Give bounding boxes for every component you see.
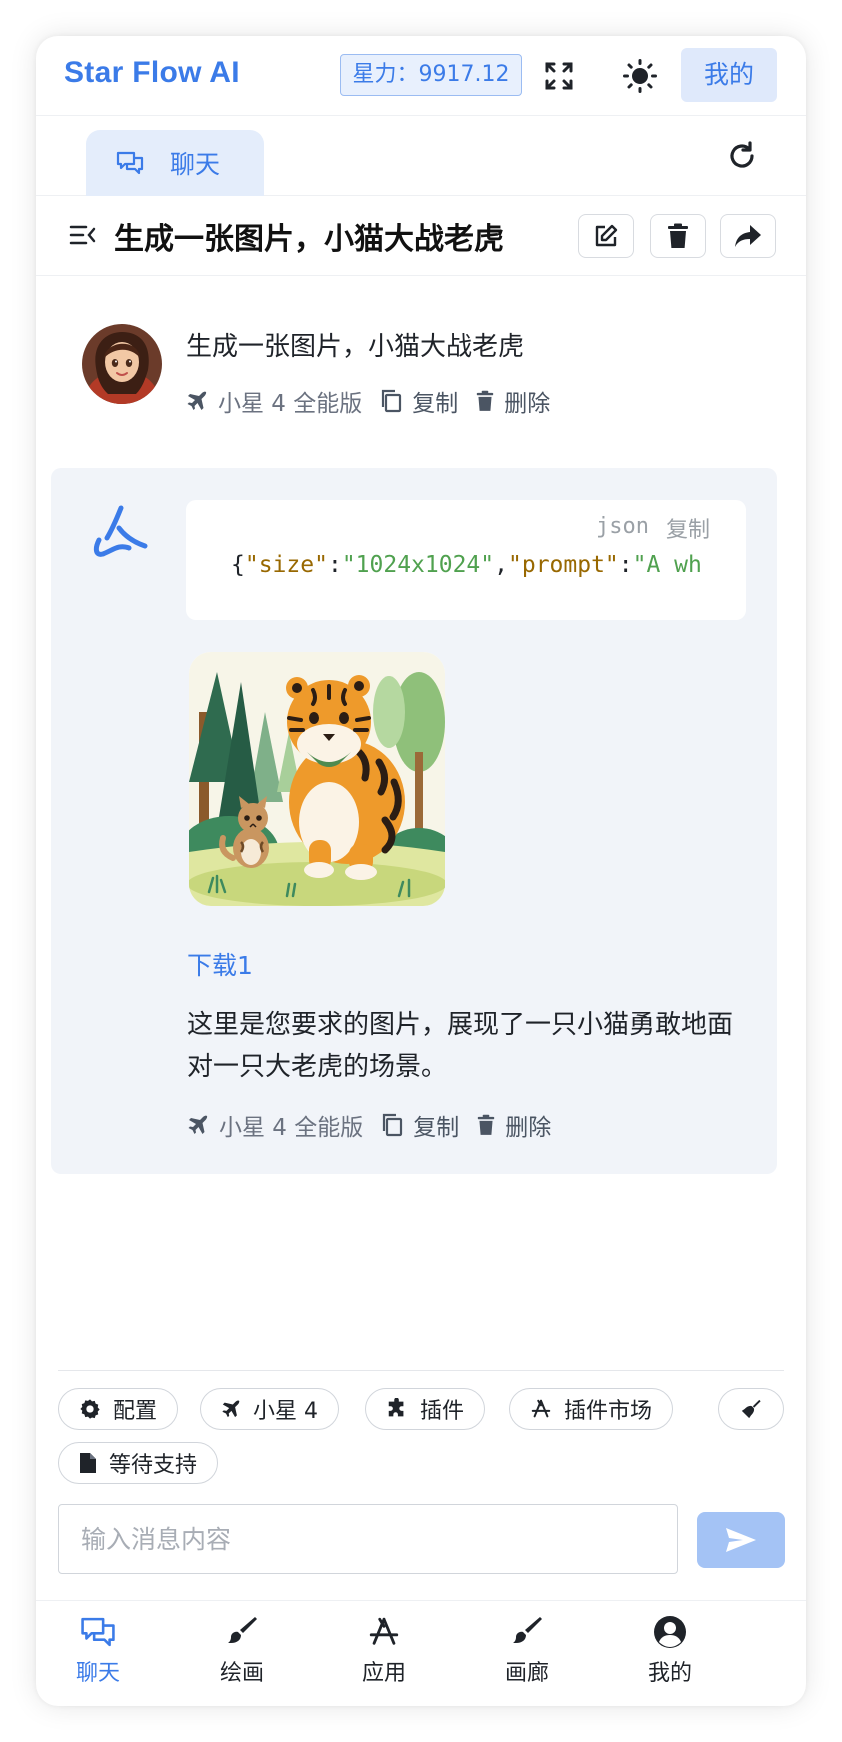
mine-button[interactable]: 我的	[681, 48, 777, 102]
trash-icon	[478, 1114, 495, 1135]
nav-mine[interactable]: 我的	[620, 1615, 720, 1687]
trash-icon	[668, 223, 688, 248]
pending-support-chip[interactable]: 等待支持	[58, 1442, 219, 1484]
broom-icon	[741, 1399, 761, 1419]
nav-draw-label: 绘画	[219, 1661, 264, 1686]
nav-draw[interactable]: 绘画	[192, 1615, 292, 1687]
delete-label: 删除	[504, 391, 551, 417]
assistant-message-actions: 小星 4 全能版 复制 删除	[187, 1108, 569, 1142]
code-language-label: json	[596, 514, 649, 539]
edit-title-button[interactable]	[578, 214, 634, 258]
model-name: 小星 4 全能版	[219, 1115, 364, 1141]
assistant-message: json 复制 {"size":"1024x1024","prompt":"A …	[51, 468, 777, 1174]
tab-chat-label: 聊天	[170, 150, 221, 179]
delete-label: 删除	[505, 1115, 552, 1141]
nav-gallery[interactable]: 画廊	[477, 1615, 577, 1687]
plugins-chip[interactable]: 插件	[365, 1388, 486, 1430]
top-header: Star Flow AI 星力：9917.12 我的	[36, 36, 806, 116]
document-icon	[80, 1453, 96, 1473]
config-chip[interactable]: 配置	[58, 1388, 179, 1430]
composer-divider	[58, 1370, 784, 1371]
app-window: Star Flow AI 星力：9917.12 我的 聊天 生成一张图片，小猫大…	[36, 36, 806, 1706]
plane-icon	[187, 391, 207, 410]
plane-icon	[222, 1400, 240, 1418]
app-store-icon	[369, 1617, 399, 1645]
assistant-message-text: 这里是您要求的图片，展现了一只小猫勇敢地面对一只大老虎的场景。	[187, 1010, 734, 1082]
trash-icon	[477, 390, 494, 411]
model-tag: 小星 4 全能版	[187, 1108, 363, 1142]
copy-button[interactable]: 复制	[381, 1108, 459, 1142]
plane-icon	[188, 1115, 208, 1134]
copy-icon	[383, 1113, 403, 1137]
code-block: json 复制 {"size":"1024x1024","prompt":"A …	[186, 500, 746, 620]
user-message: 生成一张图片，小猫大战老虎 小星 4 全能版 复制 删除	[36, 276, 806, 446]
star-power-badge: 星力：9917.12	[340, 54, 522, 96]
send-icon	[726, 1528, 756, 1552]
share-icon	[735, 225, 761, 247]
generated-image[interactable]	[189, 652, 445, 906]
code-content: {"size":"1024x1024","prompt":"A wh	[231, 552, 702, 578]
plugins-label: 插件	[420, 1399, 465, 1424]
model-name: 小星 4 全能版	[218, 391, 363, 417]
copy-icon	[382, 389, 402, 413]
model-select-chip[interactable]: 小星 4	[200, 1388, 339, 1430]
user-circle-icon	[654, 1616, 686, 1648]
conversation-header: 生成一张图片，小猫大战老虎	[36, 196, 806, 276]
nav-apps-label: 应用	[361, 1661, 406, 1686]
delete-button[interactable]: 删除	[476, 384, 550, 418]
refresh-icon[interactable]	[724, 138, 760, 174]
chat-bubbles-icon	[116, 151, 144, 175]
conversation-list-menu-icon[interactable]	[68, 220, 98, 250]
send-button[interactable]	[697, 1512, 785, 1568]
user-avatar	[82, 324, 162, 404]
conversation-title: 生成一张图片，小猫大战老虎	[114, 222, 504, 257]
app-store-icon	[531, 1399, 551, 1418]
clear-context-chip[interactable]	[718, 1388, 784, 1430]
copy-label: 复制	[413, 1115, 460, 1141]
edit-icon	[595, 224, 618, 247]
chat-bubbles-icon	[81, 1617, 115, 1647]
message-input[interactable]	[58, 1504, 678, 1574]
copy-label: 复制	[412, 391, 459, 417]
brand-logo[interactable]: Star Flow AI	[64, 56, 240, 90]
nav-chat-label: 聊天	[75, 1661, 120, 1686]
nav-gallery-label: 画廊	[504, 1661, 549, 1686]
plugin-market-label: 插件市场	[564, 1399, 653, 1424]
plugin-market-chip[interactable]: 插件市场	[509, 1388, 674, 1430]
pending-support-label: 等待支持	[109, 1453, 198, 1478]
bottom-navigation: 聊天 绘画 应用 画廊 我的	[36, 1600, 806, 1706]
nav-mine-label: 我的	[647, 1661, 692, 1686]
delete-conversation-button[interactable]	[650, 214, 706, 258]
model-tag: 小星 4 全能版	[186, 384, 362, 418]
tab-bar: 聊天	[36, 116, 806, 196]
user-message-actions: 小星 4 全能版 复制 删除	[186, 384, 568, 418]
share-conversation-button[interactable]	[720, 214, 776, 258]
assistant-logo-icon	[89, 504, 149, 564]
delete-button[interactable]: 删除	[477, 1108, 551, 1142]
theme-toggle-sun-icon[interactable]	[622, 58, 658, 94]
tab-chat[interactable]: 聊天	[86, 130, 264, 196]
model-chip-label: 小星 4	[253, 1399, 318, 1424]
copy-button[interactable]: 复制	[380, 384, 458, 418]
download-image-link[interactable]: 下载1	[187, 946, 253, 982]
user-message-text: 生成一张图片，小猫大战老虎	[186, 332, 525, 362]
config-label: 配置	[113, 1399, 158, 1424]
nav-chat[interactable]: 聊天	[48, 1615, 148, 1687]
paint-brush-icon	[228, 1617, 257, 1643]
code-copy-button[interactable]: 复制	[666, 512, 710, 544]
paint-brush-icon	[513, 1617, 542, 1643]
nav-apps[interactable]: 应用	[334, 1615, 434, 1687]
puzzle-icon	[388, 1398, 404, 1417]
fullscreen-icon[interactable]	[541, 58, 577, 94]
gear-icon	[80, 1399, 100, 1419]
